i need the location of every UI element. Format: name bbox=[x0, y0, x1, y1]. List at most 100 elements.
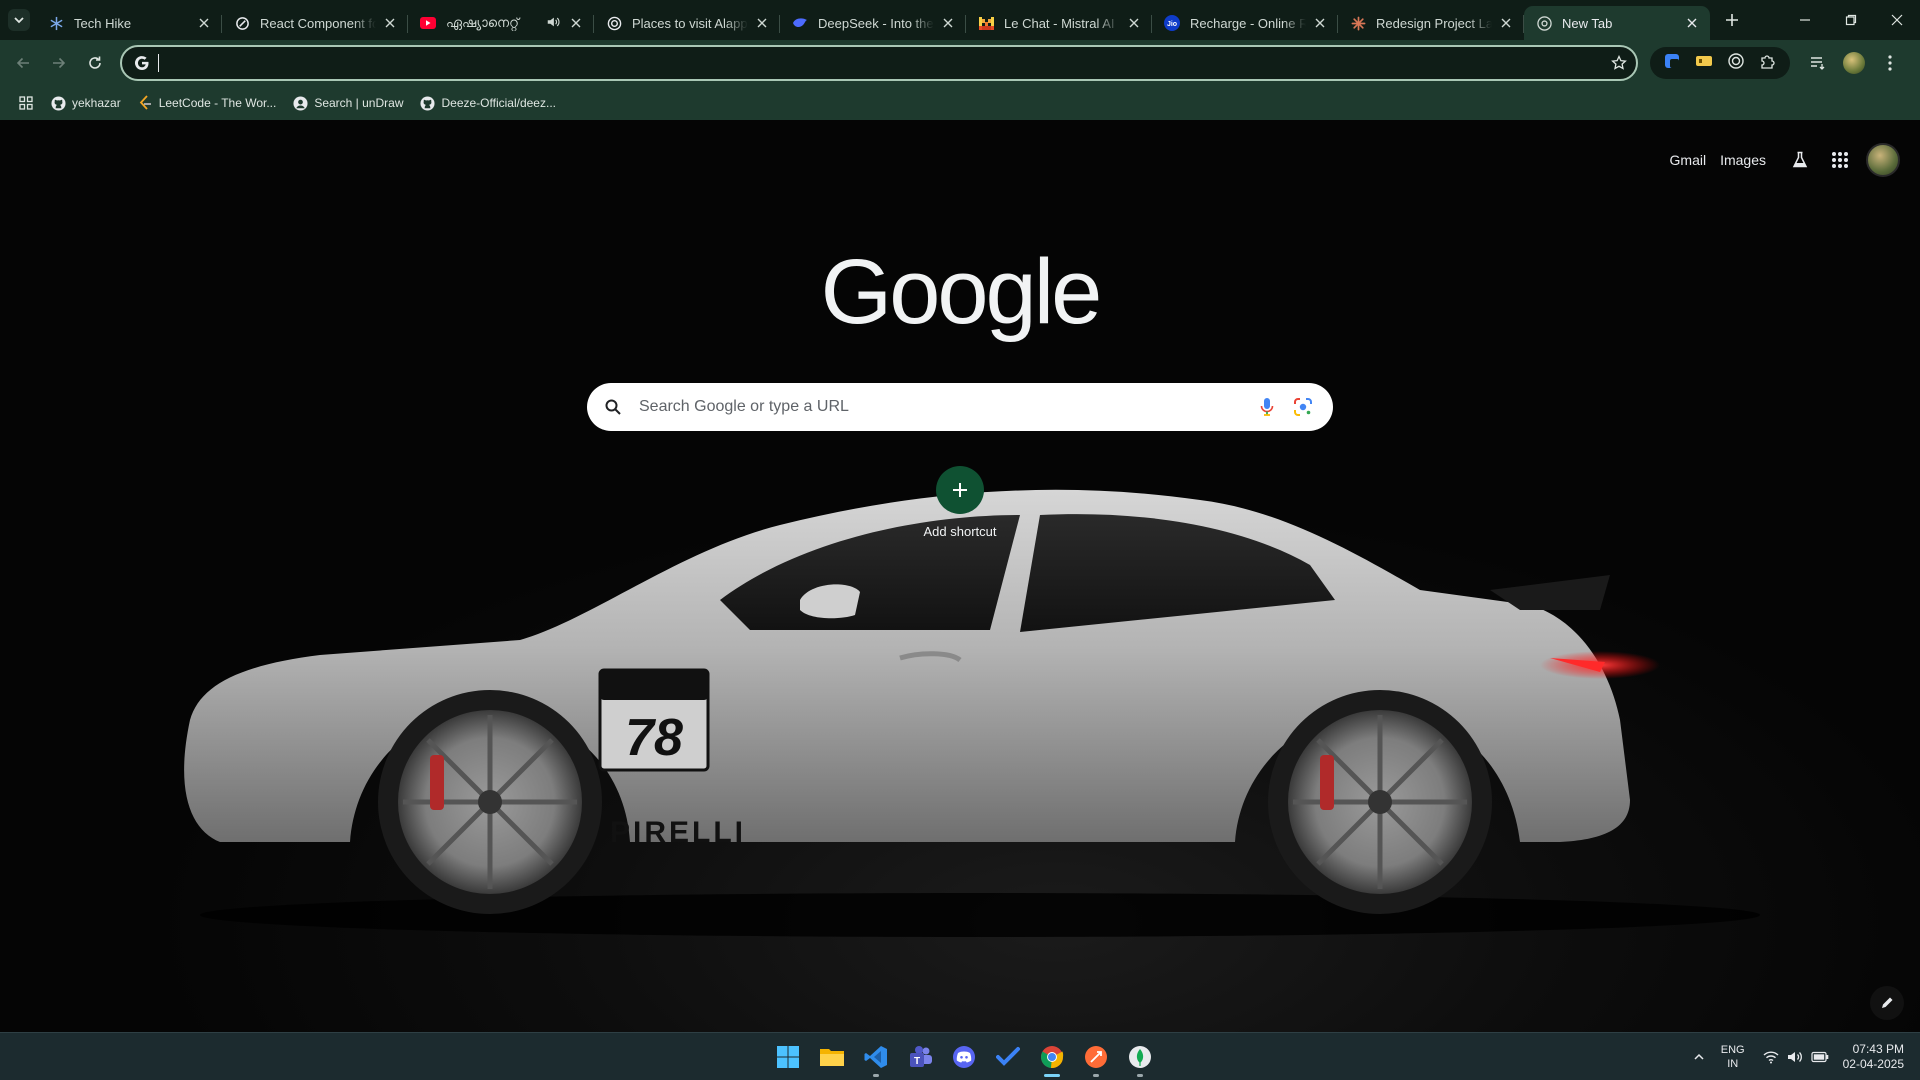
chrome-icon bbox=[1536, 15, 1552, 31]
perplexity-icon bbox=[606, 15, 622, 31]
quick-settings[interactable] bbox=[1755, 1050, 1829, 1064]
svg-text:T: T bbox=[914, 1056, 920, 1067]
extension-target-icon[interactable] bbox=[1727, 52, 1745, 75]
apps-grid-icon[interactable] bbox=[16, 93, 36, 113]
arrow-left-icon bbox=[16, 57, 29, 69]
tab-redesign-project[interactable]: Redesign Project Lay bbox=[1338, 6, 1524, 40]
chevron-up-icon[interactable] bbox=[1693, 1051, 1705, 1063]
add-shortcut-tile[interactable]: Add shortcut bbox=[900, 466, 1020, 539]
tab-tech-hike[interactable]: Tech Hike bbox=[36, 6, 222, 40]
pencil-icon bbox=[1882, 997, 1893, 1008]
bookmark-label: yekhazar bbox=[72, 96, 121, 110]
customize-chrome-button[interactable] bbox=[1870, 986, 1904, 1020]
language-code: ENG bbox=[1720, 1044, 1745, 1056]
tab-react-component[interactable]: React Component fo bbox=[222, 6, 408, 40]
clock-date: 02-04-2025 bbox=[1842, 1057, 1904, 1071]
discord-icon[interactable] bbox=[942, 1035, 986, 1079]
bookmark-deeze[interactable]: Deeze-Official/deez... bbox=[419, 95, 556, 111]
new-tab-button[interactable] bbox=[1718, 6, 1746, 34]
back-button[interactable] bbox=[6, 46, 40, 80]
kebab-menu-icon[interactable] bbox=[1872, 46, 1908, 80]
github-icon bbox=[50, 95, 66, 111]
clock[interactable]: 07:43 PM 02-04-2025 bbox=[1843, 1042, 1904, 1072]
teams-icon[interactable]: T bbox=[898, 1035, 942, 1079]
tab-new-tab[interactable]: New Tab bbox=[1524, 6, 1710, 40]
file-explorer-icon[interactable] bbox=[810, 1035, 854, 1079]
gmail-link[interactable]: Gmail bbox=[1670, 152, 1707, 168]
language-indicator[interactable]: ENG IN bbox=[1721, 1043, 1745, 1071]
tab-title: DeepSeek - Into the U bbox=[818, 15, 934, 31]
close-icon[interactable] bbox=[568, 15, 584, 31]
tab-title: Le Chat - Mistral AI bbox=[1004, 15, 1115, 31]
tab-search-button[interactable] bbox=[8, 9, 30, 31]
extensions-group bbox=[1650, 47, 1790, 79]
battery-icon bbox=[1811, 1051, 1829, 1063]
mongodb-compass-icon[interactable] bbox=[1118, 1035, 1162, 1079]
tab-title: Recharge - Online Re bbox=[1190, 15, 1306, 31]
address-bar[interactable] bbox=[120, 45, 1638, 81]
postman-icon[interactable] bbox=[1074, 1035, 1118, 1079]
vscode-icon[interactable] bbox=[854, 1035, 898, 1079]
volume-icon bbox=[1787, 1050, 1803, 1064]
tab-title: React Component fo bbox=[260, 15, 376, 31]
youtube-icon bbox=[420, 15, 436, 31]
forward-button[interactable] bbox=[42, 46, 76, 80]
clock-time: 07:43 PM bbox=[1852, 1042, 1904, 1056]
close-icon[interactable] bbox=[196, 15, 212, 31]
address-input[interactable] bbox=[152, 48, 1602, 78]
add-shortcut-label: Add shortcut bbox=[923, 524, 997, 539]
search-input[interactable] bbox=[639, 398, 1249, 416]
puzzle-icon[interactable] bbox=[1759, 52, 1777, 75]
close-icon[interactable] bbox=[940, 15, 956, 31]
close-icon[interactable] bbox=[382, 15, 398, 31]
bookmark-label: Deeze-Official/deez... bbox=[441, 96, 556, 110]
restore-button[interactable] bbox=[1828, 0, 1874, 40]
windows-taskbar: T ENG IN 07:43 PM 02-04-2025 bbox=[0, 1032, 1920, 1080]
chrome-icon[interactable] bbox=[1030, 1035, 1074, 1079]
tab-jio-recharge[interactable]: Jio Recharge - Online Re bbox=[1152, 6, 1338, 40]
tab-places-alappuzha[interactable]: Places to visit Alappu bbox=[594, 6, 780, 40]
speaker-icon[interactable] bbox=[546, 15, 562, 31]
tab-youtube[interactable]: ഏഷ്യാനെറ്റ് bbox=[408, 6, 594, 40]
tab-title: Places to visit Alappu bbox=[632, 15, 748, 31]
bookmark-undraw[interactable]: Search | unDraw bbox=[292, 95, 403, 111]
profile-avatar[interactable] bbox=[1836, 46, 1872, 80]
google-apps-icon[interactable] bbox=[1820, 140, 1860, 180]
tab-deepseek[interactable]: DeepSeek - Into the U bbox=[780, 6, 966, 40]
close-icon[interactable] bbox=[1498, 15, 1514, 31]
images-link[interactable]: Images bbox=[1720, 152, 1766, 168]
bookmark-leetcode[interactable]: LeetCode - The Wor... bbox=[137, 95, 277, 111]
google-lens-icon[interactable] bbox=[1285, 397, 1321, 417]
reload-icon bbox=[89, 56, 101, 69]
bookmarks-bar: yekhazar LeetCode - The Wor... Search | … bbox=[0, 86, 1920, 120]
plus-icon bbox=[1726, 14, 1738, 26]
bookmark-label: LeetCode - The Wor... bbox=[158, 96, 277, 110]
tab-title: ഏഷ്യാനെറ്റ് bbox=[446, 15, 519, 30]
account-avatar[interactable] bbox=[1866, 143, 1900, 177]
minimize-button[interactable] bbox=[1782, 0, 1828, 40]
search-icon bbox=[587, 398, 639, 416]
toolbar-right bbox=[1800, 46, 1908, 80]
reload-button[interactable] bbox=[78, 46, 112, 80]
close-icon[interactable] bbox=[1312, 15, 1328, 31]
close-window-button[interactable] bbox=[1874, 0, 1920, 40]
windows-start-icon[interactable] bbox=[766, 1035, 810, 1079]
todo-icon[interactable] bbox=[986, 1035, 1030, 1079]
close-icon[interactable] bbox=[1126, 15, 1142, 31]
tab-title: Redesign Project Lay bbox=[1376, 15, 1492, 31]
bookmark-star-icon[interactable] bbox=[1602, 55, 1636, 71]
tab-le-chat[interactable]: Le Chat - Mistral AI bbox=[966, 6, 1152, 40]
github-icon bbox=[419, 95, 435, 111]
bookmark-yekhazar[interactable]: yekhazar bbox=[50, 95, 121, 111]
new-tab-page: 78 PIRELLI Gmail Images Google Search Go… bbox=[0, 120, 1920, 1032]
extension-yellow-icon[interactable] bbox=[1695, 54, 1713, 73]
reading-list-icon[interactable] bbox=[1800, 46, 1836, 80]
labs-flask-icon[interactable] bbox=[1780, 140, 1820, 180]
close-icon[interactable] bbox=[1684, 15, 1700, 31]
google-search-box[interactable] bbox=[587, 383, 1333, 431]
extension-blue-icon[interactable] bbox=[1663, 52, 1681, 75]
mistral-icon bbox=[978, 15, 994, 31]
microphone-icon[interactable] bbox=[1249, 397, 1285, 417]
close-icon[interactable] bbox=[754, 15, 770, 31]
arrow-right-icon bbox=[53, 57, 66, 69]
